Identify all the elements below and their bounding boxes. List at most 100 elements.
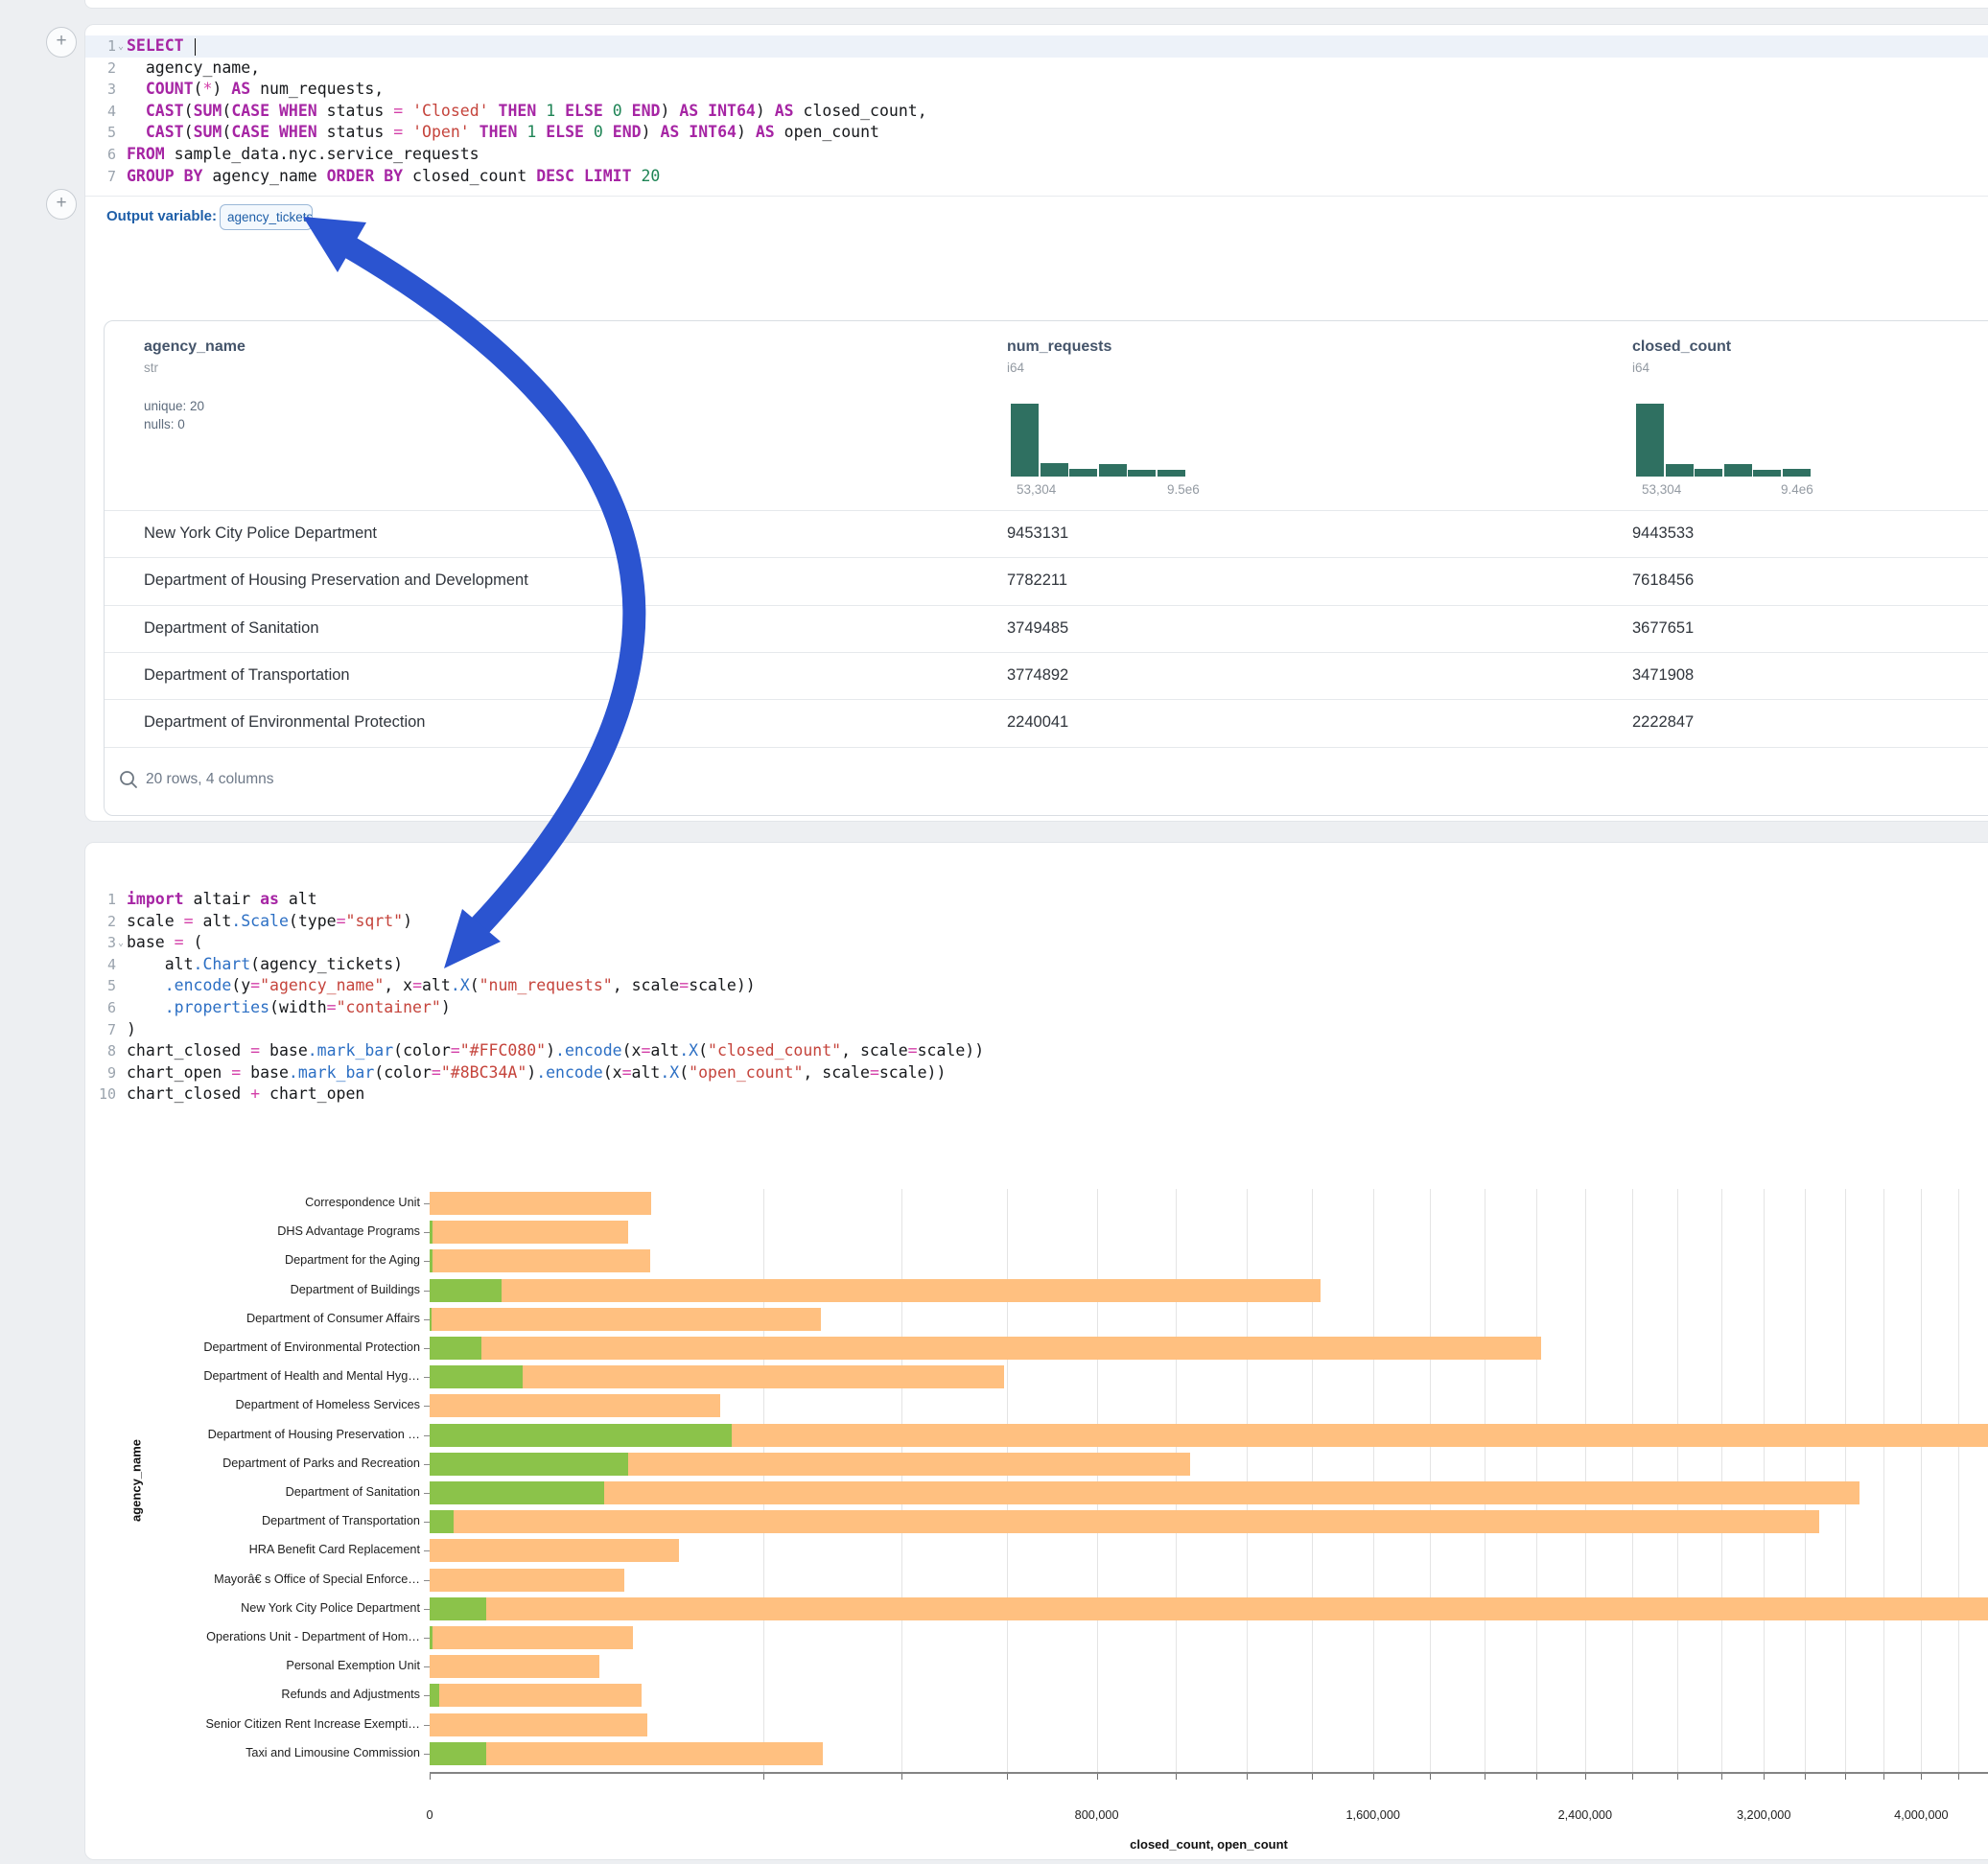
output-variable-pill[interactable]: agency_tickets	[220, 204, 313, 230]
table-cell: 2222847	[1632, 713, 1694, 732]
code-line[interactable]: 9 chart_open = base.mark_bar(color="#8BC3…	[85, 1062, 1988, 1084]
code-line[interactable]: 1 import altair as alt	[85, 889, 1988, 911]
code-line[interactable]: 2 scale = alt.Scale(type="sqrt")	[85, 911, 1988, 933]
code-line-text: chart_closed = base.mark_bar(color="#FFC…	[127, 1040, 984, 1062]
line-number: 8	[91, 1040, 116, 1062]
table-footer: 20 rows, 4 columns	[105, 747, 1988, 815]
code-line[interactable]: 7)	[85, 1019, 1988, 1041]
code-line-text: CAST(SUM(CASE WHEN status = 'Closed' THE…	[127, 101, 927, 123]
code-line[interactable]: 2 agency_name,	[85, 58, 1988, 80]
line-number: 3	[91, 79, 116, 101]
code-line-text: agency_name,	[127, 58, 260, 80]
table-cell: 9443533	[1632, 524, 1694, 543]
histogram-max-label: 9.4e6	[1781, 482, 1813, 497]
column-type: i64	[1007, 361, 1111, 375]
line-number: 2	[91, 58, 116, 80]
code-line[interactable]: 3⌄base = (	[85, 932, 1988, 954]
add-cell-button-top[interactable]: +	[46, 27, 77, 58]
code-line[interactable]: 8 chart_closed = base.mark_bar(color="#FF…	[85, 1040, 1988, 1062]
histogram-bar	[1636, 404, 1664, 477]
code-line[interactable]: 1⌄SELECT	[85, 35, 1988, 58]
table-row[interactable]: Department of Environmental Protection 22…	[105, 699, 1988, 747]
table-row[interactable]: Department of Sanitation37494853677651	[105, 605, 1988, 653]
search-icon[interactable]	[118, 769, 139, 790]
column-type: i64	[1632, 361, 1731, 375]
histogram-max-label: 9.5e6	[1167, 482, 1200, 497]
table-row[interactable]: Department of Housing Preservation and D…	[105, 557, 1988, 605]
column-header-closed-count[interactable]: closed_count i64 53,304 9.4e6	[1632, 338, 1731, 375]
table-cell: Department of Environmental Protection	[144, 713, 425, 732]
code-line-text: scale = alt.Scale(type="sqrt")	[127, 911, 412, 933]
table-cell: 3471908	[1632, 666, 1694, 685]
code-line[interactable]: 6 .properties(width="container")	[85, 997, 1988, 1019]
histogram-bar	[1158, 470, 1185, 477]
table-cell: 9453131	[1007, 524, 1068, 543]
column-histogram	[1011, 404, 1186, 477]
histogram-bar	[1128, 470, 1156, 477]
code-line-text: chart_closed + chart_open	[127, 1083, 364, 1106]
histogram-bar	[1069, 469, 1097, 477]
column-header-agency-name[interactable]: agency_name str unique: 20 nulls: 0	[144, 338, 246, 431]
code-line[interactable]: 5 CAST(SUM(CASE WHEN status = 'Open' THE…	[85, 122, 1988, 144]
line-number: 10	[91, 1083, 116, 1106]
fold-caret-icon[interactable]: ⌄	[118, 36, 124, 58]
column-name: closed_count	[1632, 338, 1731, 356]
table-row[interactable]: Department of Transportation377489234719…	[105, 652, 1988, 700]
python-code-editor[interactable]: 1 import altair as alt 2 scale = alt.Scale(…	[85, 889, 1988, 1106]
column-name: agency_name	[144, 338, 246, 356]
code-line-text: GROUP BY agency_name ORDER BY closed_cou…	[127, 166, 660, 188]
histogram-bar	[1099, 464, 1127, 477]
code-line[interactable]: 4 CAST(SUM(CASE WHEN status = 'Closed' T…	[85, 101, 1988, 123]
histogram-bar	[1724, 464, 1752, 477]
code-line[interactable]: 5 .encode(y="agency_name", x=alt.X("num_…	[85, 975, 1988, 997]
line-number: 9	[91, 1062, 116, 1084]
table-cell: 3774892	[1007, 666, 1068, 685]
table-row[interactable]: New York City Police Department 9453131 94…	[105, 510, 1988, 558]
add-cell-button-middle[interactable]: +	[46, 189, 77, 220]
code-line-text: import altair as alt	[127, 889, 317, 911]
code-line-text: CAST(SUM(CASE WHEN status = 'Open' THEN …	[127, 122, 879, 144]
table-cell: 7782211	[1007, 571, 1067, 590]
column-type: str	[144, 361, 246, 375]
code-line[interactable]: 3 COUNT(*) AS num_requests,	[85, 79, 1988, 101]
line-number: 6	[91, 997, 116, 1019]
code-line[interactable]: 7 GROUP BY agency_name ORDER BY closed_co…	[85, 166, 1988, 188]
code-line[interactable]: 10 chart_closed + chart_open	[85, 1083, 1988, 1106]
notebook-page: { "colors": { "accent_blue": "#1f5fa8", …	[0, 0, 1988, 1864]
line-number: 6	[91, 144, 116, 166]
column-stat-unique: unique: 20	[144, 399, 246, 413]
plus-icon: +	[56, 31, 66, 51]
code-line-text: .properties(width="container")	[127, 997, 451, 1019]
code-line-text: chart_open = base.mark_bar(color="#8BC34…	[127, 1062, 946, 1084]
line-number: 2	[91, 911, 116, 933]
histogram-bar	[1041, 463, 1068, 477]
code-line[interactable]: 4 alt.Chart(agency_tickets)	[85, 954, 1988, 976]
table-row-count: 20 rows, 4 columns	[146, 771, 274, 788]
table-cell: 2240041	[1007, 713, 1068, 732]
sql-code-editor[interactable]: 1⌄SELECT 2 agency_name,3 COUNT(*) AS num…	[85, 35, 1988, 187]
python-cell-card: 1 import altair as alt 2 scale = alt.Scale(…	[84, 842, 1988, 1860]
line-number: 5	[91, 975, 116, 997]
histogram-min-label: 53,304	[1642, 482, 1681, 497]
dataframe-preview: agency_name str unique: 20 nulls: 0 num_…	[104, 320, 1988, 816]
line-number: 5	[91, 122, 116, 144]
code-line-text: FROM sample_data.nyc.service_requests	[127, 144, 479, 166]
table-cell: 7618456	[1632, 571, 1694, 590]
column-header-num-requests[interactable]: num_requests i64 53,304 9.5e6	[1007, 338, 1111, 375]
histogram-bar	[1666, 464, 1694, 477]
histogram-bar	[1783, 469, 1811, 477]
code-line-text: SELECT	[127, 35, 196, 58]
table-cell: Department of Housing Preservation and D…	[144, 571, 528, 590]
histogram-bar	[1753, 470, 1781, 477]
code-line-text: alt.Chart(agency_tickets)	[127, 954, 403, 976]
table-cell: 3749485	[1007, 619, 1068, 638]
fold-caret-icon[interactable]: ⌄	[118, 933, 124, 955]
code-line[interactable]: 6 FROM sample_data.nyc.service_requests	[85, 144, 1988, 166]
line-number: 4	[91, 101, 116, 123]
line-number: 7	[91, 166, 116, 188]
table-cell: Department of Sanitation	[144, 619, 319, 638]
table-cell: New York City Police Department	[144, 524, 377, 543]
line-number: 1	[91, 889, 116, 911]
table-body: New York City Police Department 9453131 94…	[105, 510, 1988, 747]
table-header: agency_name str unique: 20 nulls: 0 num_…	[105, 321, 1988, 510]
